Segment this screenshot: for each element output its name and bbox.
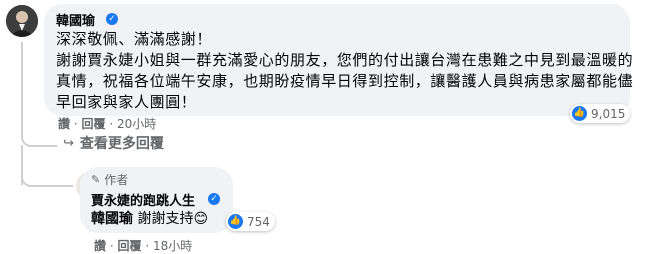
reply-like-link[interactable]: 讚 — [94, 239, 106, 253]
author-badge-label: 作者 — [104, 173, 129, 187]
see-more-replies-button[interactable]: ↪ 查看更多回覆 — [63, 133, 164, 153]
reply-text: 韓國瑜 謝謝支持😊 — [91, 208, 208, 228]
verified-check-icon: ✓ — [106, 13, 118, 25]
like-thumb-icon: 👍 — [572, 106, 587, 121]
separator: · — [73, 117, 78, 131]
see-more-replies-label: 查看更多回覆 — [79, 136, 164, 152]
comment-text-line-1: 深深敬佩、滿滿感謝！ — [56, 30, 213, 48]
like-thumb-icon: 👍 — [228, 214, 243, 229]
reply-mention-link[interactable]: 韓國瑜 — [91, 211, 133, 227]
verified-check-icon: ✓ — [208, 193, 220, 205]
comment-text-line-3: 真情，祝福各位端午安康，也期盼疫情早日得到控制，讓醫護人員與病患家屬都能儘 — [56, 72, 634, 90]
pen-icon: ✎ — [91, 173, 101, 186]
comment-timestamp[interactable]: 20小時 — [117, 117, 156, 131]
reply-actions: 讚 · 回覆 · 18小時 — [94, 237, 192, 254]
reply-connector — [21, 155, 73, 187]
comment-author-avatar[interactable] — [6, 5, 38, 37]
reply-text-body: 謝謝支持 — [137, 211, 194, 227]
separator: · — [109, 117, 114, 131]
avatar-photo — [6, 5, 38, 37]
reply-reply-link[interactable]: 回覆 — [118, 239, 142, 253]
comment-bubble: 韓國瑜 ✓ 深深敬佩、滿滿感謝！ 謝謝賈永婕小姐與一群充滿愛心的朋友，您們的付出… — [44, 4, 634, 116]
separator: · — [109, 239, 114, 253]
comment-text-line-4: 早回家與家人團圓！ — [56, 93, 197, 111]
comment-author-name[interactable]: 韓國瑜 — [56, 10, 95, 29]
comment-actions: 讚 · 回覆 · 20小時 — [58, 115, 156, 132]
comment-reactions-count: 9,015 — [591, 106, 626, 121]
smile-emoji: 😊 — [193, 211, 209, 227]
separator: · — [145, 239, 150, 253]
thread-connector — [21, 42, 57, 147]
comment-reactions[interactable]: 👍 9,015 — [570, 104, 631, 123]
comment-like-link[interactable]: 讚 — [58, 117, 70, 131]
comment-text-line-2: 謝謝賈永婕小姐與一群充滿愛心的朋友，您們的付出讓台灣在患難之中見到最溫暖的 — [56, 51, 634, 69]
reply-reactions[interactable]: 👍 754 — [226, 212, 275, 231]
author-badge: ✎ 作者 — [91, 171, 128, 188]
reply-arrow-icon: ↪ — [63, 135, 74, 151]
reply-timestamp[interactable]: 18小時 — [153, 239, 192, 253]
reply-reactions-count: 754 — [247, 214, 270, 229]
reply-author-name[interactable]: 賈永婕的跑跳人生 — [91, 190, 195, 209]
comment-reply-link[interactable]: 回覆 — [82, 117, 106, 131]
